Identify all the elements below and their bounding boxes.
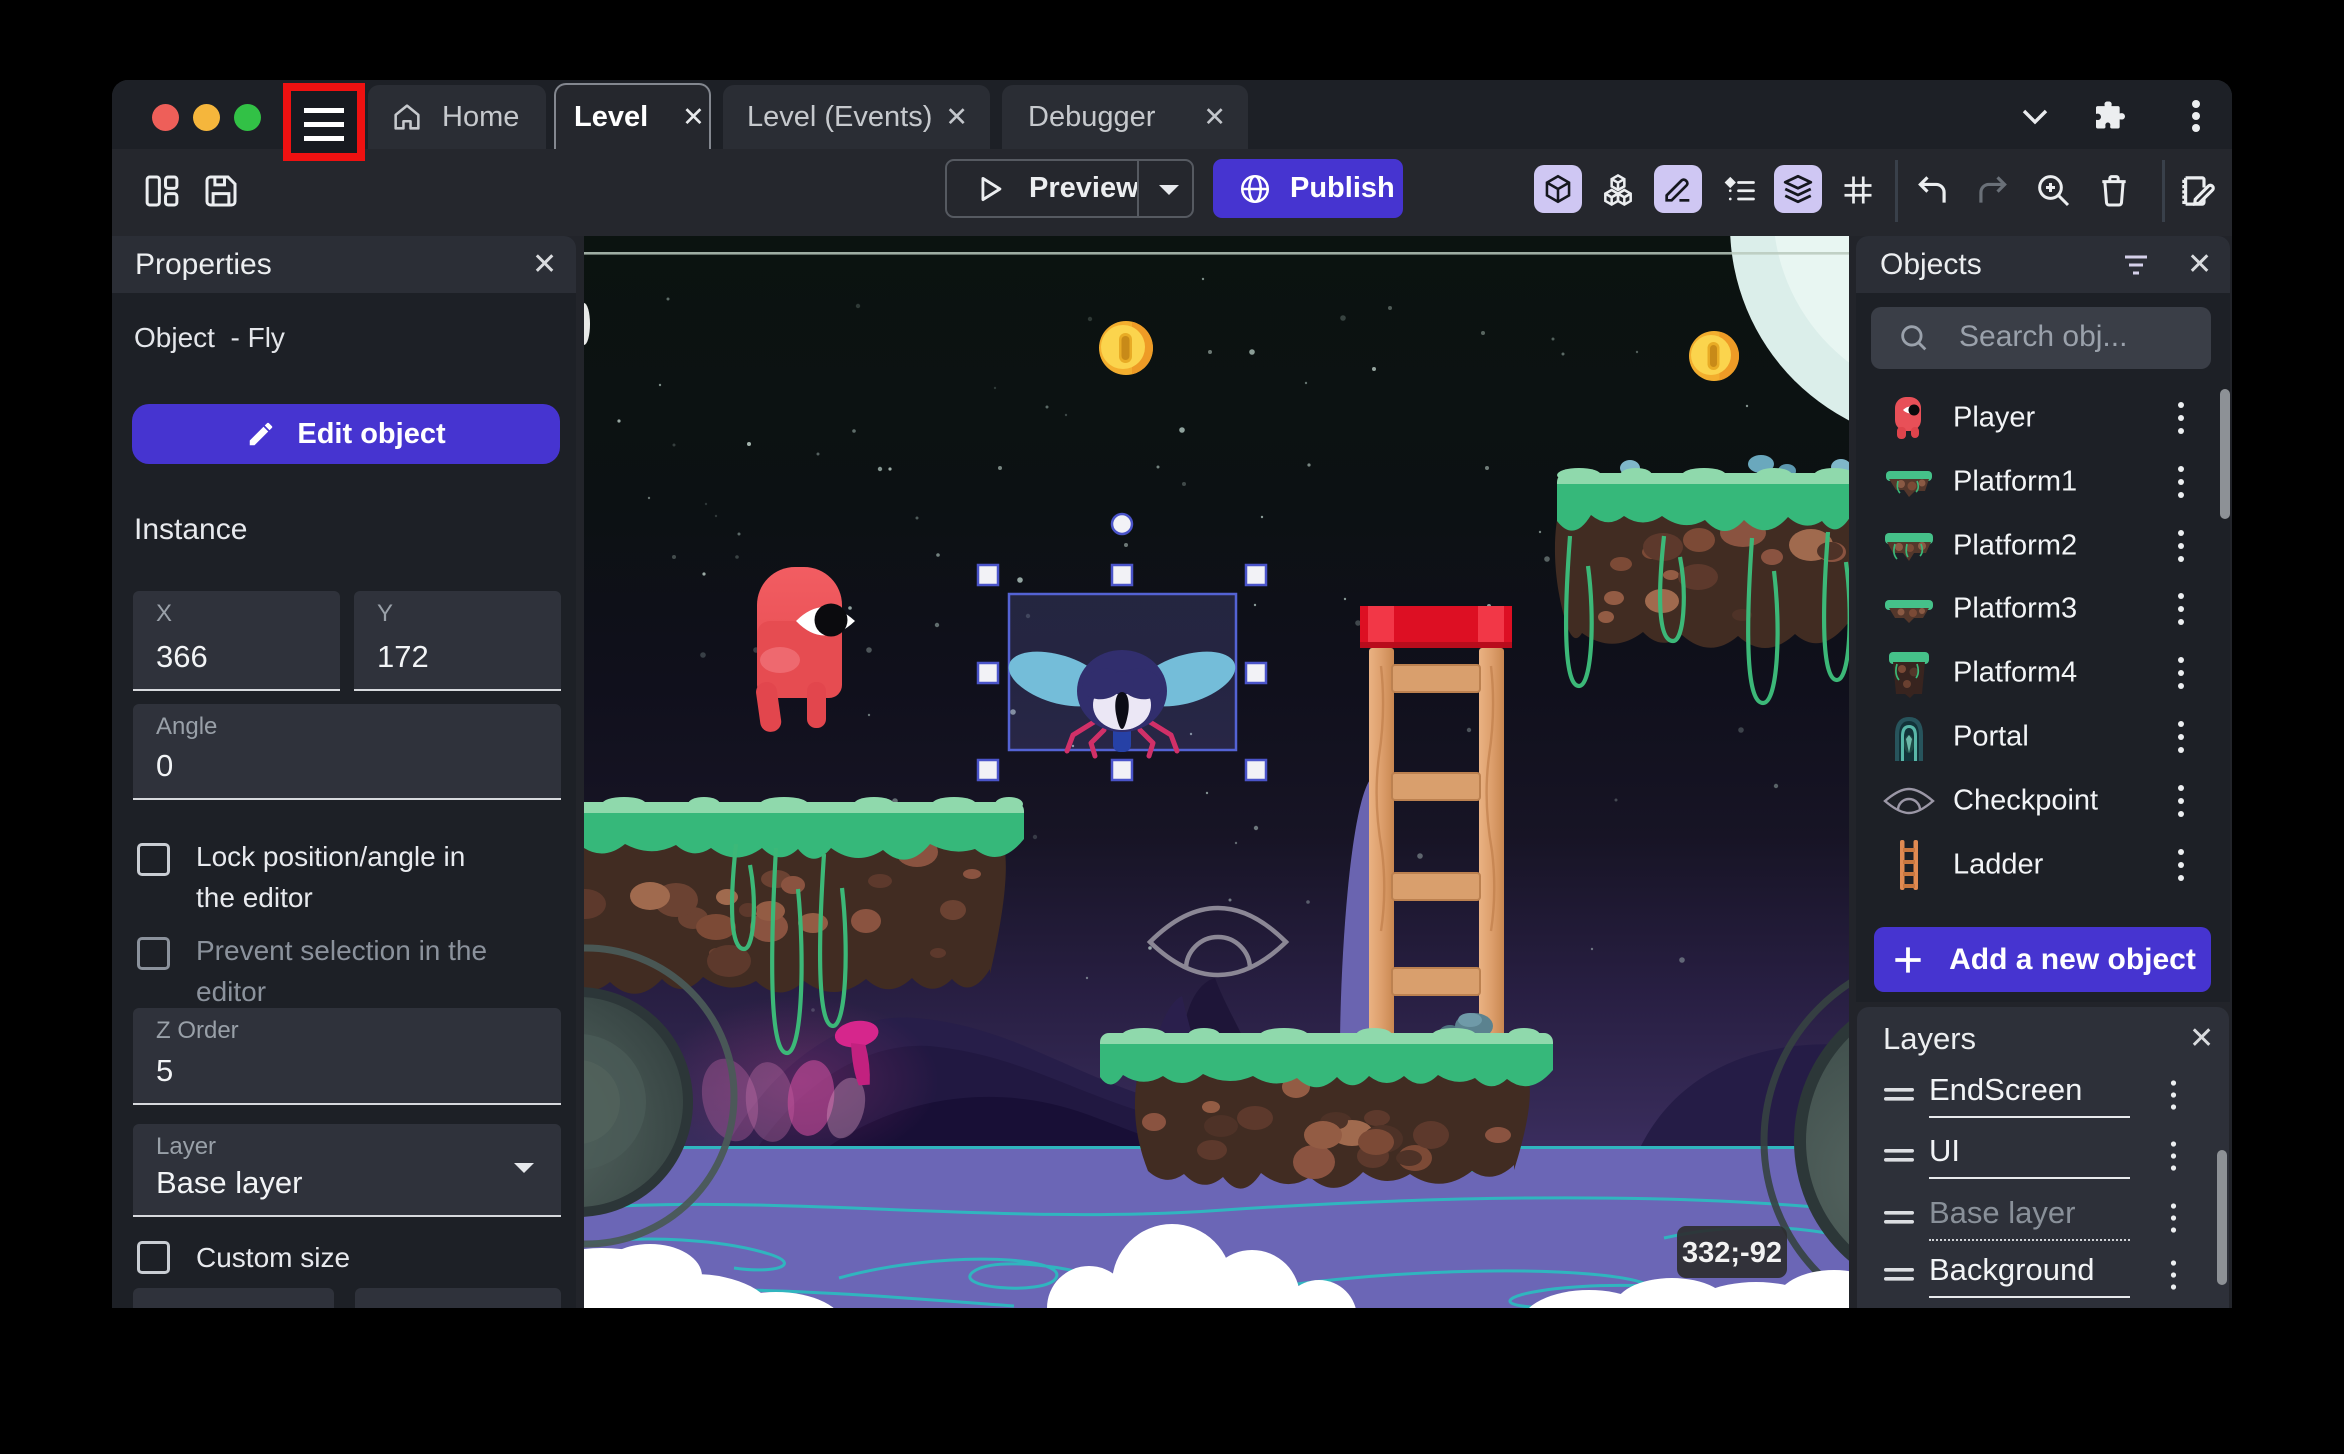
- svg-text:332;-92: 332;-92: [1682, 1237, 1782, 1269]
